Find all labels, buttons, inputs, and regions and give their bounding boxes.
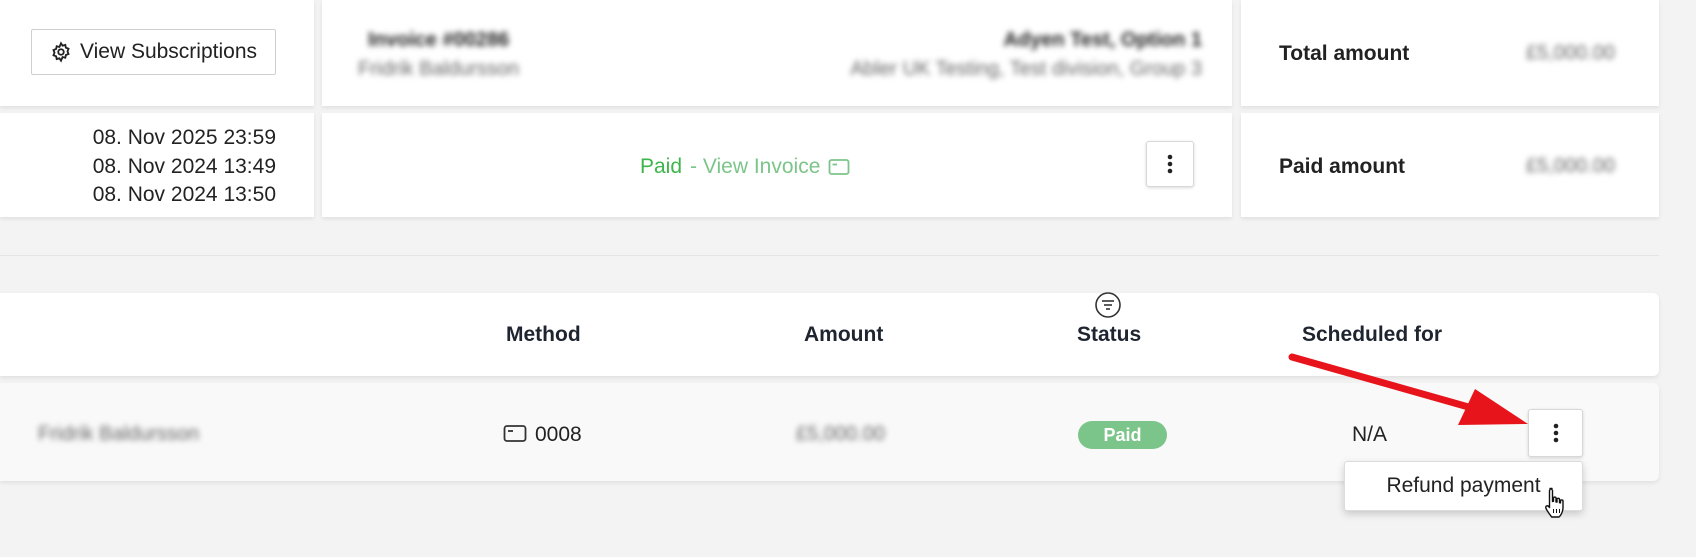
payment-status-text: Paid: [640, 155, 683, 178]
view-invoice-link[interactable]: - View Invoice: [690, 155, 820, 179]
kebab-icon: [1553, 423, 1558, 443]
gear-icon: [52, 41, 70, 63]
payment-method: 0008: [503, 421, 582, 446]
section-divider: [0, 255, 1659, 256]
column-header-method[interactable]: Method: [506, 323, 581, 347]
subscriptions-card: View Subscriptions: [0, 0, 314, 106]
created-date: 08. Nov 2024 13:49: [92, 154, 276, 178]
total-amount-label: Total amount: [1279, 42, 1410, 65]
invoice-company-detail: Abler UK Testing, Test division, Group 3: [850, 58, 1202, 80]
hand-cursor-icon: [1545, 487, 1564, 518]
invoice-number: Invoice #00286: [368, 29, 510, 51]
column-header-amount[interactable]: Amount: [804, 323, 883, 347]
card-last4: 0008: [535, 423, 582, 446]
column-header-scheduled[interactable]: Scheduled for: [1302, 323, 1442, 347]
total-amount-value: £5,000.00: [1526, 42, 1615, 64]
paid-date: 08. Nov 2024 13:50: [92, 183, 276, 206]
kebab-icon: [1167, 154, 1173, 174]
card-icon: [503, 424, 527, 442]
payment-amount: £5,000.00: [796, 423, 885, 445]
invoice-actions-button[interactable]: [1146, 141, 1194, 187]
annotation-arrow: [1288, 353, 1528, 425]
paid-amount-value: £5,000.00: [1526, 155, 1615, 177]
payer-name: Fridrik Baldursson: [38, 423, 200, 445]
dates-card: 08. Nov 2025 23:59 08. Nov 2024 13:49 08…: [0, 113, 314, 217]
paid-amount-card: Paid amount £5,000.00: [1241, 113, 1659, 217]
filter-icon[interactable]: [1094, 291, 1122, 319]
total-amount-card: Total amount £5,000.00: [1241, 0, 1659, 106]
dates-list: 08. Nov 2025 23:59 08. Nov 2024 13:49 08…: [93, 124, 276, 210]
column-header-status[interactable]: Status: [1077, 323, 1141, 347]
refund-payment-menu-item[interactable]: Refund payment: [1386, 474, 1540, 498]
invoice-customer-name: Fridrik Baldursson: [358, 58, 520, 80]
payment-status-card: Paid - View Invoice: [322, 113, 1232, 217]
invoice-info-card: Invoice #00286 Fridrik Baldursson Adyen …: [322, 0, 1232, 106]
invoice-company-name: Adyen Test, Option 1: [1003, 29, 1202, 51]
payment-status-line: Paid - View Invoice: [640, 155, 850, 179]
due-date: 08. Nov 2025 23:59: [92, 126, 276, 149]
paid-amount-label: Paid amount: [1279, 155, 1406, 178]
view-subscriptions-label: View Subscriptions: [79, 40, 258, 63]
invoice-icon: [828, 159, 850, 175]
status-badge: Paid: [1078, 421, 1167, 449]
view-subscriptions-button[interactable]: View Subscriptions: [31, 29, 276, 75]
